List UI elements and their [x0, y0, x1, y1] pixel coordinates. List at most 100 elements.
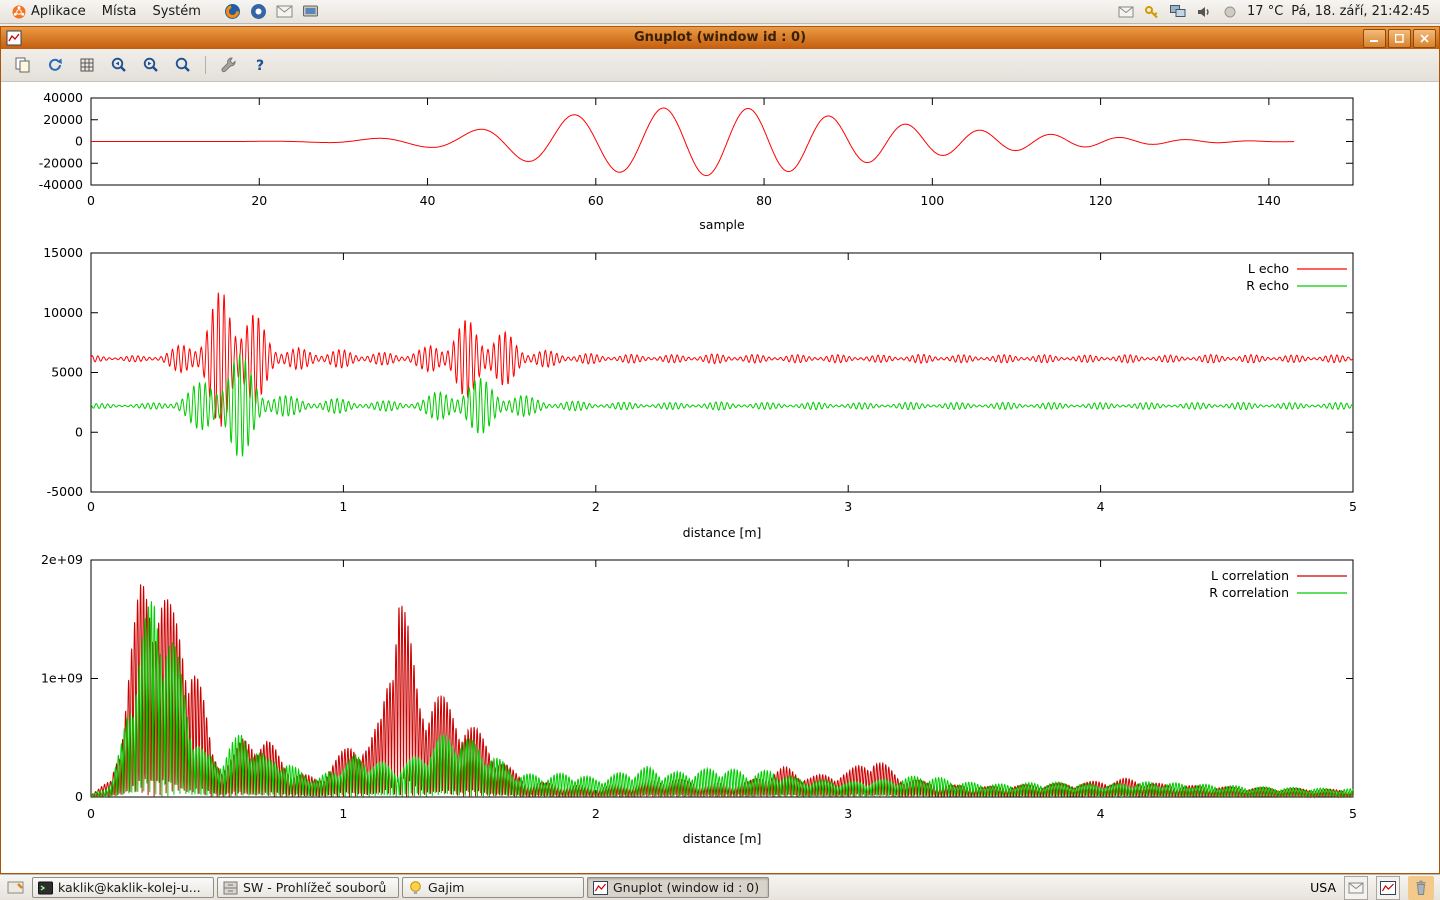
mail-icon[interactable] [1117, 3, 1135, 21]
series-l-echo [91, 293, 1353, 427]
zoom-previous-button[interactable] [105, 52, 133, 78]
y-tick-label: 10000 [43, 305, 83, 320]
task-gajim[interactable]: Gajim [402, 877, 584, 898]
help-button[interactable]: ? [246, 52, 274, 78]
x-tick-label: 3 [844, 806, 852, 821]
grid-button[interactable] [73, 52, 101, 78]
series-chirp [91, 108, 1294, 176]
x-tick-label: 20 [251, 193, 267, 208]
mail-icon[interactable] [275, 2, 295, 22]
minimize-button[interactable] [1363, 29, 1386, 48]
task-gnuplot[interactable]: Gnuplot (window id : 0) [587, 877, 769, 898]
y-tick-label: 2e+09 [41, 552, 83, 567]
y-tick-label: 40000 [43, 90, 83, 105]
x-tick-label: 40 [420, 193, 436, 208]
desktop: Aplikace Místa Systém [0, 0, 1440, 900]
x-tick-label: 4 [1097, 806, 1105, 821]
settings-button[interactable] [214, 52, 242, 78]
copy-button[interactable] [9, 52, 37, 78]
chart-icon[interactable] [1376, 876, 1400, 900]
x-tick-label: 1 [339, 806, 347, 821]
keyboard-layout-indicator[interactable]: USA [1310, 880, 1336, 895]
charts-svg: 020406080100120140-40000-200000200004000… [1, 82, 1440, 876]
screenshot-icon[interactable] [301, 2, 321, 22]
legend-label: L correlation [1211, 568, 1289, 583]
task-file-manager[interactable]: SW - Prohlížeč souborů [217, 877, 399, 898]
x-tick-label: 140 [1257, 193, 1281, 208]
y-tick-label: -40000 [39, 177, 83, 192]
display-icon[interactable] [1169, 3, 1187, 21]
x-tick-label: 4 [1097, 499, 1105, 514]
x-tick-label: 80 [756, 193, 772, 208]
task-gnuplot-label: Gnuplot (window id : 0) [613, 880, 759, 895]
x-tick-label: 0 [87, 806, 95, 821]
x-axis-label: sample [699, 217, 745, 232]
gnome-taskbar: kaklik@kaklik-kolej-u... SW - Prohlížeč … [0, 874, 1440, 900]
zoom-next-button[interactable] [137, 52, 165, 78]
show-desktop-button[interactable] [4, 877, 28, 899]
panel-launchers [223, 2, 321, 22]
task-list: kaklik@kaklik-kolej-u... SW - Prohlížeč … [32, 877, 769, 898]
y-tick-label: 5000 [51, 365, 83, 380]
mail-icon[interactable] [1344, 876, 1368, 900]
x-tick-label: 100 [920, 193, 944, 208]
taskbar-tray: USA [1310, 876, 1436, 900]
legend-label: L echo [1248, 261, 1289, 276]
ubuntu-logo-icon [12, 5, 26, 19]
x-tick-label: 120 [1089, 193, 1113, 208]
x-tick-label: 0 [87, 193, 95, 208]
temperature-label[interactable]: 17 °C [1247, 4, 1283, 19]
volume-icon[interactable] [1195, 3, 1213, 21]
y-tick-label: 1e+09 [41, 671, 83, 686]
titlebar[interactable]: Gnuplot (window id : 0) [1, 27, 1439, 49]
gnuplot-window: Gnuplot (window id : 0) [0, 26, 1440, 874]
x-tick-label: 5 [1349, 499, 1357, 514]
terminal-icon [38, 881, 53, 895]
gnuplot-canvas[interactable]: 020406080100120140-40000-200000200004000… [1, 82, 1439, 873]
x-axis-label: distance [m] [683, 831, 762, 846]
legend-label: R correlation [1209, 585, 1289, 600]
menu-system[interactable]: Systém [144, 0, 208, 24]
task-terminal-label: kaklik@kaklik-kolej-u... [58, 880, 201, 895]
window-title: Gnuplot (window id : 0) [1, 27, 1439, 49]
menu-applications-label: Aplikace [31, 4, 86, 19]
menu-system-label: Systém [152, 4, 200, 19]
gajim-icon [408, 880, 423, 895]
toolbar-separator [205, 56, 206, 74]
y-tick-label: 0 [75, 424, 83, 439]
menu-places-label: Místa [102, 4, 137, 19]
x-tick-label: 5 [1349, 806, 1357, 821]
y-tick-label: 20000 [43, 112, 83, 127]
series-r-correlation [91, 601, 1353, 797]
maximize-button[interactable] [1388, 29, 1411, 48]
x-tick-label: 0 [87, 499, 95, 514]
gnuplot-icon [593, 881, 608, 895]
y-tick-label: 0 [75, 789, 83, 804]
task-gajim-label: Gajim [428, 880, 464, 895]
menu-places[interactable]: Místa [94, 0, 145, 24]
zoom-button[interactable] [169, 52, 197, 78]
task-file-manager-label: SW - Prohlížeč souborů [243, 880, 386, 895]
x-tick-label: 60 [588, 193, 604, 208]
x-tick-label: 2 [592, 499, 600, 514]
x-tick-label: 3 [844, 499, 852, 514]
firefox-icon[interactable] [223, 2, 243, 22]
help-icon[interactable] [249, 2, 269, 22]
gnuplot-toolbar: ? [1, 49, 1439, 82]
replot-button[interactable] [41, 52, 69, 78]
menu-applications[interactable]: Aplikace [4, 0, 94, 24]
y-tick-label: -5000 [47, 484, 83, 499]
panel-tray: 17 °C Pá, 18. září, 21:42:45 [1117, 3, 1430, 21]
task-terminal[interactable]: kaklik@kaklik-kolej-u... [32, 877, 214, 898]
x-tick-label: 2 [592, 806, 600, 821]
weather-icon[interactable] [1221, 3, 1239, 21]
trash-icon[interactable] [1408, 876, 1434, 900]
legend-label: R echo [1246, 278, 1289, 293]
window-controls [1363, 29, 1436, 48]
gnome-top-panel: Aplikace Místa Systém [0, 0, 1440, 24]
clock[interactable]: Pá, 18. září, 21:42:45 [1291, 4, 1430, 19]
keys-icon[interactable] [1143, 3, 1161, 21]
plot-frame-1 [91, 253, 1353, 492]
series-r-echo [91, 354, 1353, 456]
close-button[interactable] [1413, 29, 1436, 48]
